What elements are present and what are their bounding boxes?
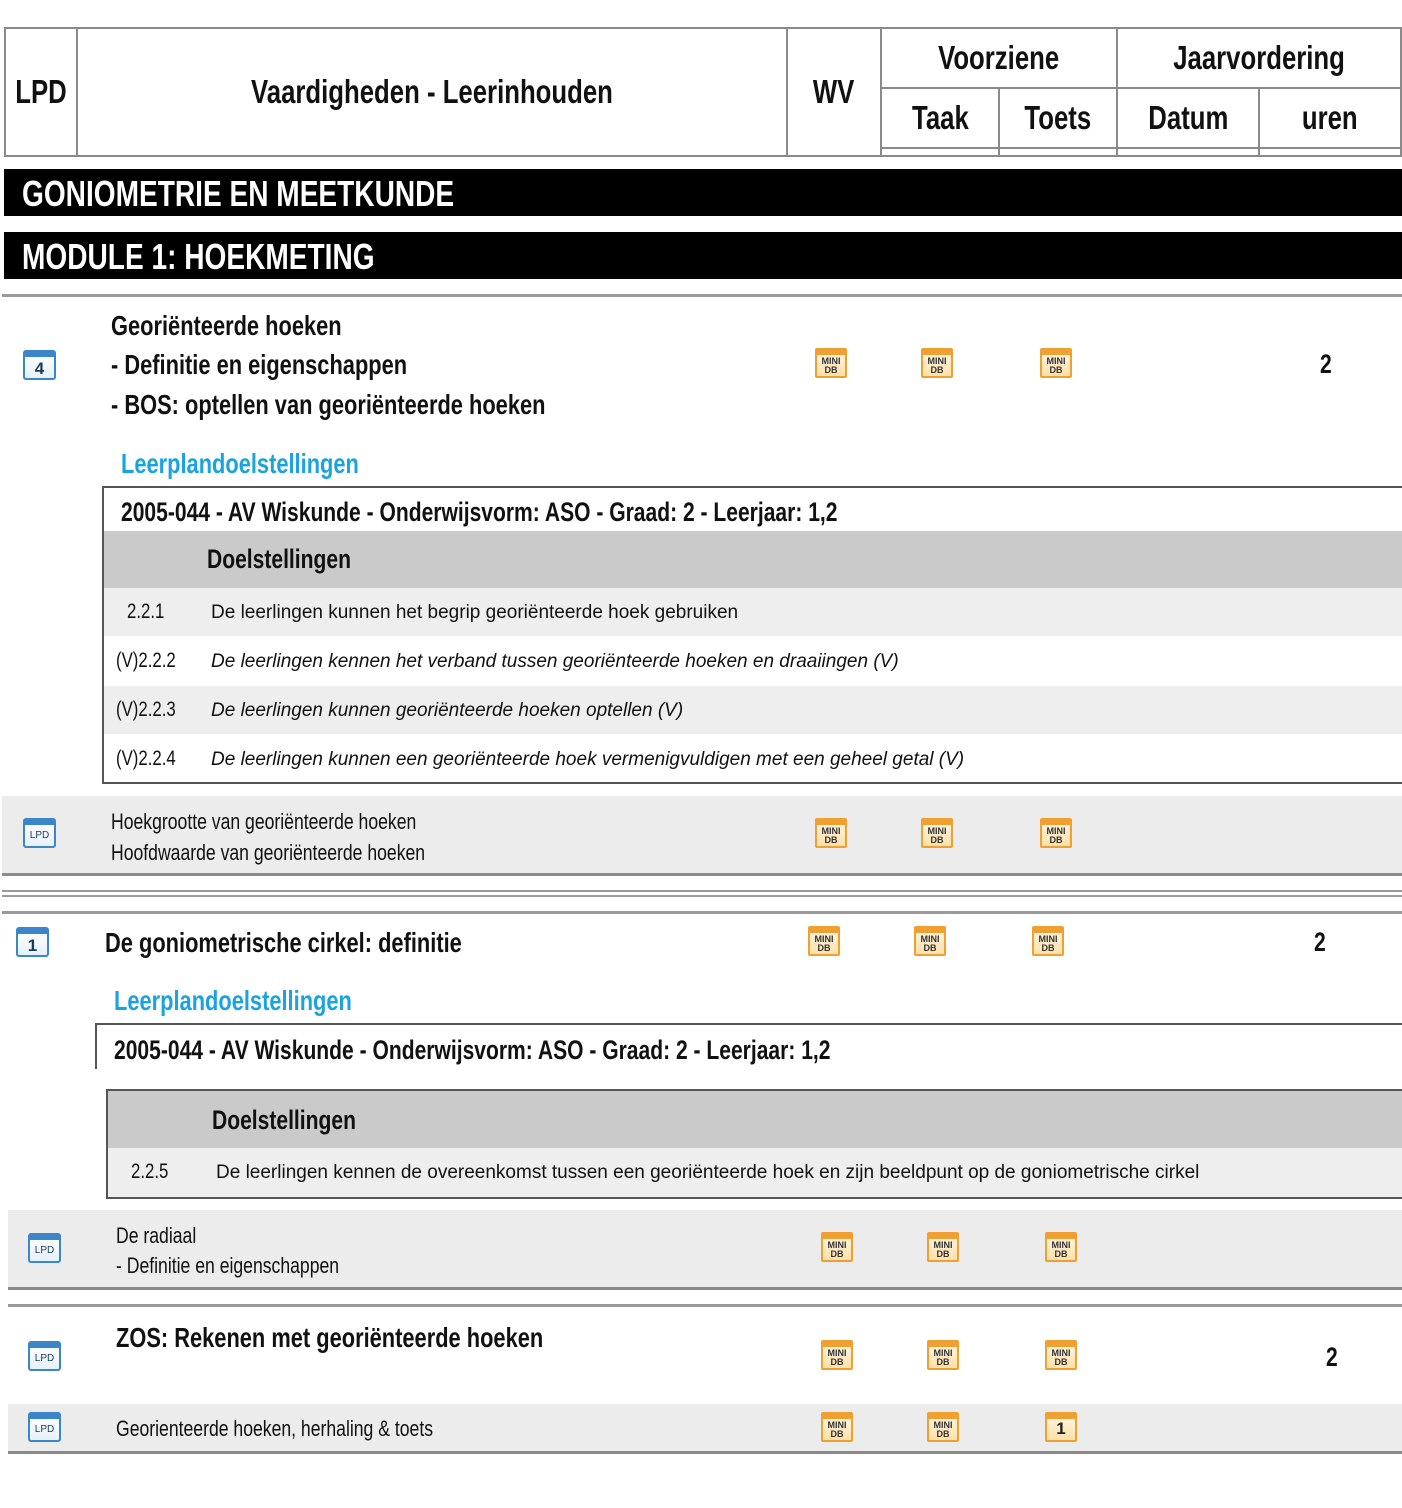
col-voorziene-header: Voorziene — [938, 39, 1060, 76]
leerplan-title: 2005-044 - AV Wiskunde - Onderwijsvorm: … — [121, 497, 838, 527]
lesson-title[interactable]: ZOS: Rekenen met georiënteerde hoeken — [116, 1322, 664, 1354]
col-datum-header: Datum — [1147, 99, 1229, 136]
divider — [882, 147, 1400, 149]
objective-row: 2.2.1 De leerlingen kunnen het begrip ge… — [104, 588, 1402, 636]
objective-row: (V)2.2.2 De leerlingen kennen het verban… — [116, 649, 899, 672]
domain-bar: GONIOMETRIE EN MEETKUNDE — [4, 169, 1402, 216]
lpd-icon[interactable]: LPD — [28, 1412, 61, 1442]
hours-value: 2 — [1314, 927, 1326, 957]
col-jaarvordering-header: Jaarvordering — [1173, 39, 1345, 76]
col-wv-header: WV — [813, 73, 855, 110]
mini-db-icon[interactable]: MINI DB — [914, 926, 946, 956]
lesson-line: - BOS: optellen van georiënteerde hoeken — [111, 389, 546, 420]
mini-db-icon[interactable]: MINI DB — [821, 1232, 853, 1262]
mini-db-icon[interactable]: MINI DB — [1045, 1340, 1077, 1370]
col-uren-header: uren — [1302, 99, 1358, 136]
mini-db-icon[interactable]: MINI DB — [921, 348, 953, 378]
header-table: LPD Vaardigheden - Leerinhouden WV Voorz… — [4, 27, 1402, 157]
mini-db-icon[interactable]: MINI DB — [927, 1340, 959, 1370]
mini-db-icon[interactable]: MINI DB — [1032, 926, 1064, 956]
col-taak-header: Taak — [911, 99, 969, 136]
lesson-line: - Definitie en eigenschappen — [111, 349, 408, 380]
sub-lesson-line: De radiaal — [116, 1223, 197, 1248]
row-separator — [8, 1304, 1402, 1307]
col-lpd-header: LPD — [15, 73, 67, 110]
toets-number-icon[interactable]: 1 — [1045, 1412, 1077, 1442]
sub-lesson-line: - Definitie en eigenschappen — [116, 1253, 340, 1278]
objective-row: (V)2.2.4 De leerlingen kunnen een georië… — [116, 747, 965, 770]
sub-lesson-line: Hoofdwaarde van georiënteerde hoeken — [111, 840, 426, 865]
col-skills-header: Vaardigheden - Leerinhouden — [251, 73, 613, 110]
leerplan-title: 2005-044 - AV Wiskunde - Onderwijsvorm: … — [114, 1035, 831, 1065]
lesson-title[interactable]: De goniometrische cirkel: definitie — [105, 927, 562, 959]
lesson-number-icon[interactable]: 1 — [16, 927, 49, 957]
mini-db-icon[interactable]: MINI DB — [808, 926, 840, 956]
lpd-icon[interactable]: LPD — [28, 1341, 61, 1371]
mini-db-icon[interactable]: MINI DB — [821, 1340, 853, 1370]
sub-lesson-line: Hoekgrootte van georiënteerde hoeken — [111, 809, 417, 834]
mini-db-icon[interactable]: MINI DB — [1040, 348, 1072, 378]
domain-title: GONIOMETRIE EN MEETKUNDE — [22, 173, 455, 214]
doel-header: Doelstellingen — [207, 544, 351, 574]
mini-db-icon[interactable]: MINI DB — [815, 348, 847, 378]
objective-row: (V)2.2.3 De leerlingen kunnen georiëntee… — [104, 686, 1402, 734]
hours-value: 2 — [1320, 349, 1332, 379]
lpd-icon[interactable]: LPD — [23, 818, 56, 848]
mini-db-icon[interactable]: MINI DB — [821, 1412, 853, 1442]
mini-db-icon[interactable]: MINI DB — [921, 818, 953, 848]
mini-db-icon[interactable]: MINI DB — [927, 1232, 959, 1262]
doel-header: Doelstellingen — [212, 1105, 356, 1135]
mini-db-icon[interactable]: MINI DB — [815, 818, 847, 848]
objective-row: 2.2.5 De leerlingen kennen de overeenkom… — [108, 1148, 1402, 1197]
leerplan-label: Leerplandoelstellingen — [114, 985, 352, 1016]
row-separator — [2, 911, 1402, 914]
double-rule — [2, 890, 1402, 892]
mini-db-icon[interactable]: MINI DB — [1045, 1232, 1077, 1262]
lesson-number-icon[interactable]: 4 — [23, 350, 56, 380]
lpd-icon[interactable]: LPD — [28, 1233, 61, 1263]
module-bar: MODULE 1: HOEKMETING — [4, 232, 1402, 279]
double-rule — [2, 895, 1402, 897]
lesson-title[interactable]: Georiënteerde hoeken — [111, 310, 407, 342]
mini-db-icon[interactable]: MINI DB — [927, 1412, 959, 1442]
hours-value: 2 — [1326, 1342, 1338, 1372]
col-toets-header: Toets — [1024, 99, 1092, 136]
mini-db-icon[interactable]: MINI DB — [1040, 818, 1072, 848]
leerplan-label: Leerplandoelstellingen — [121, 448, 359, 479]
sub-lesson-line: Georienteerde hoeken, herhaling & toets — [116, 1416, 434, 1441]
module-title: MODULE 1: HOEKMETING — [22, 236, 375, 277]
row-separator — [2, 294, 1402, 297]
